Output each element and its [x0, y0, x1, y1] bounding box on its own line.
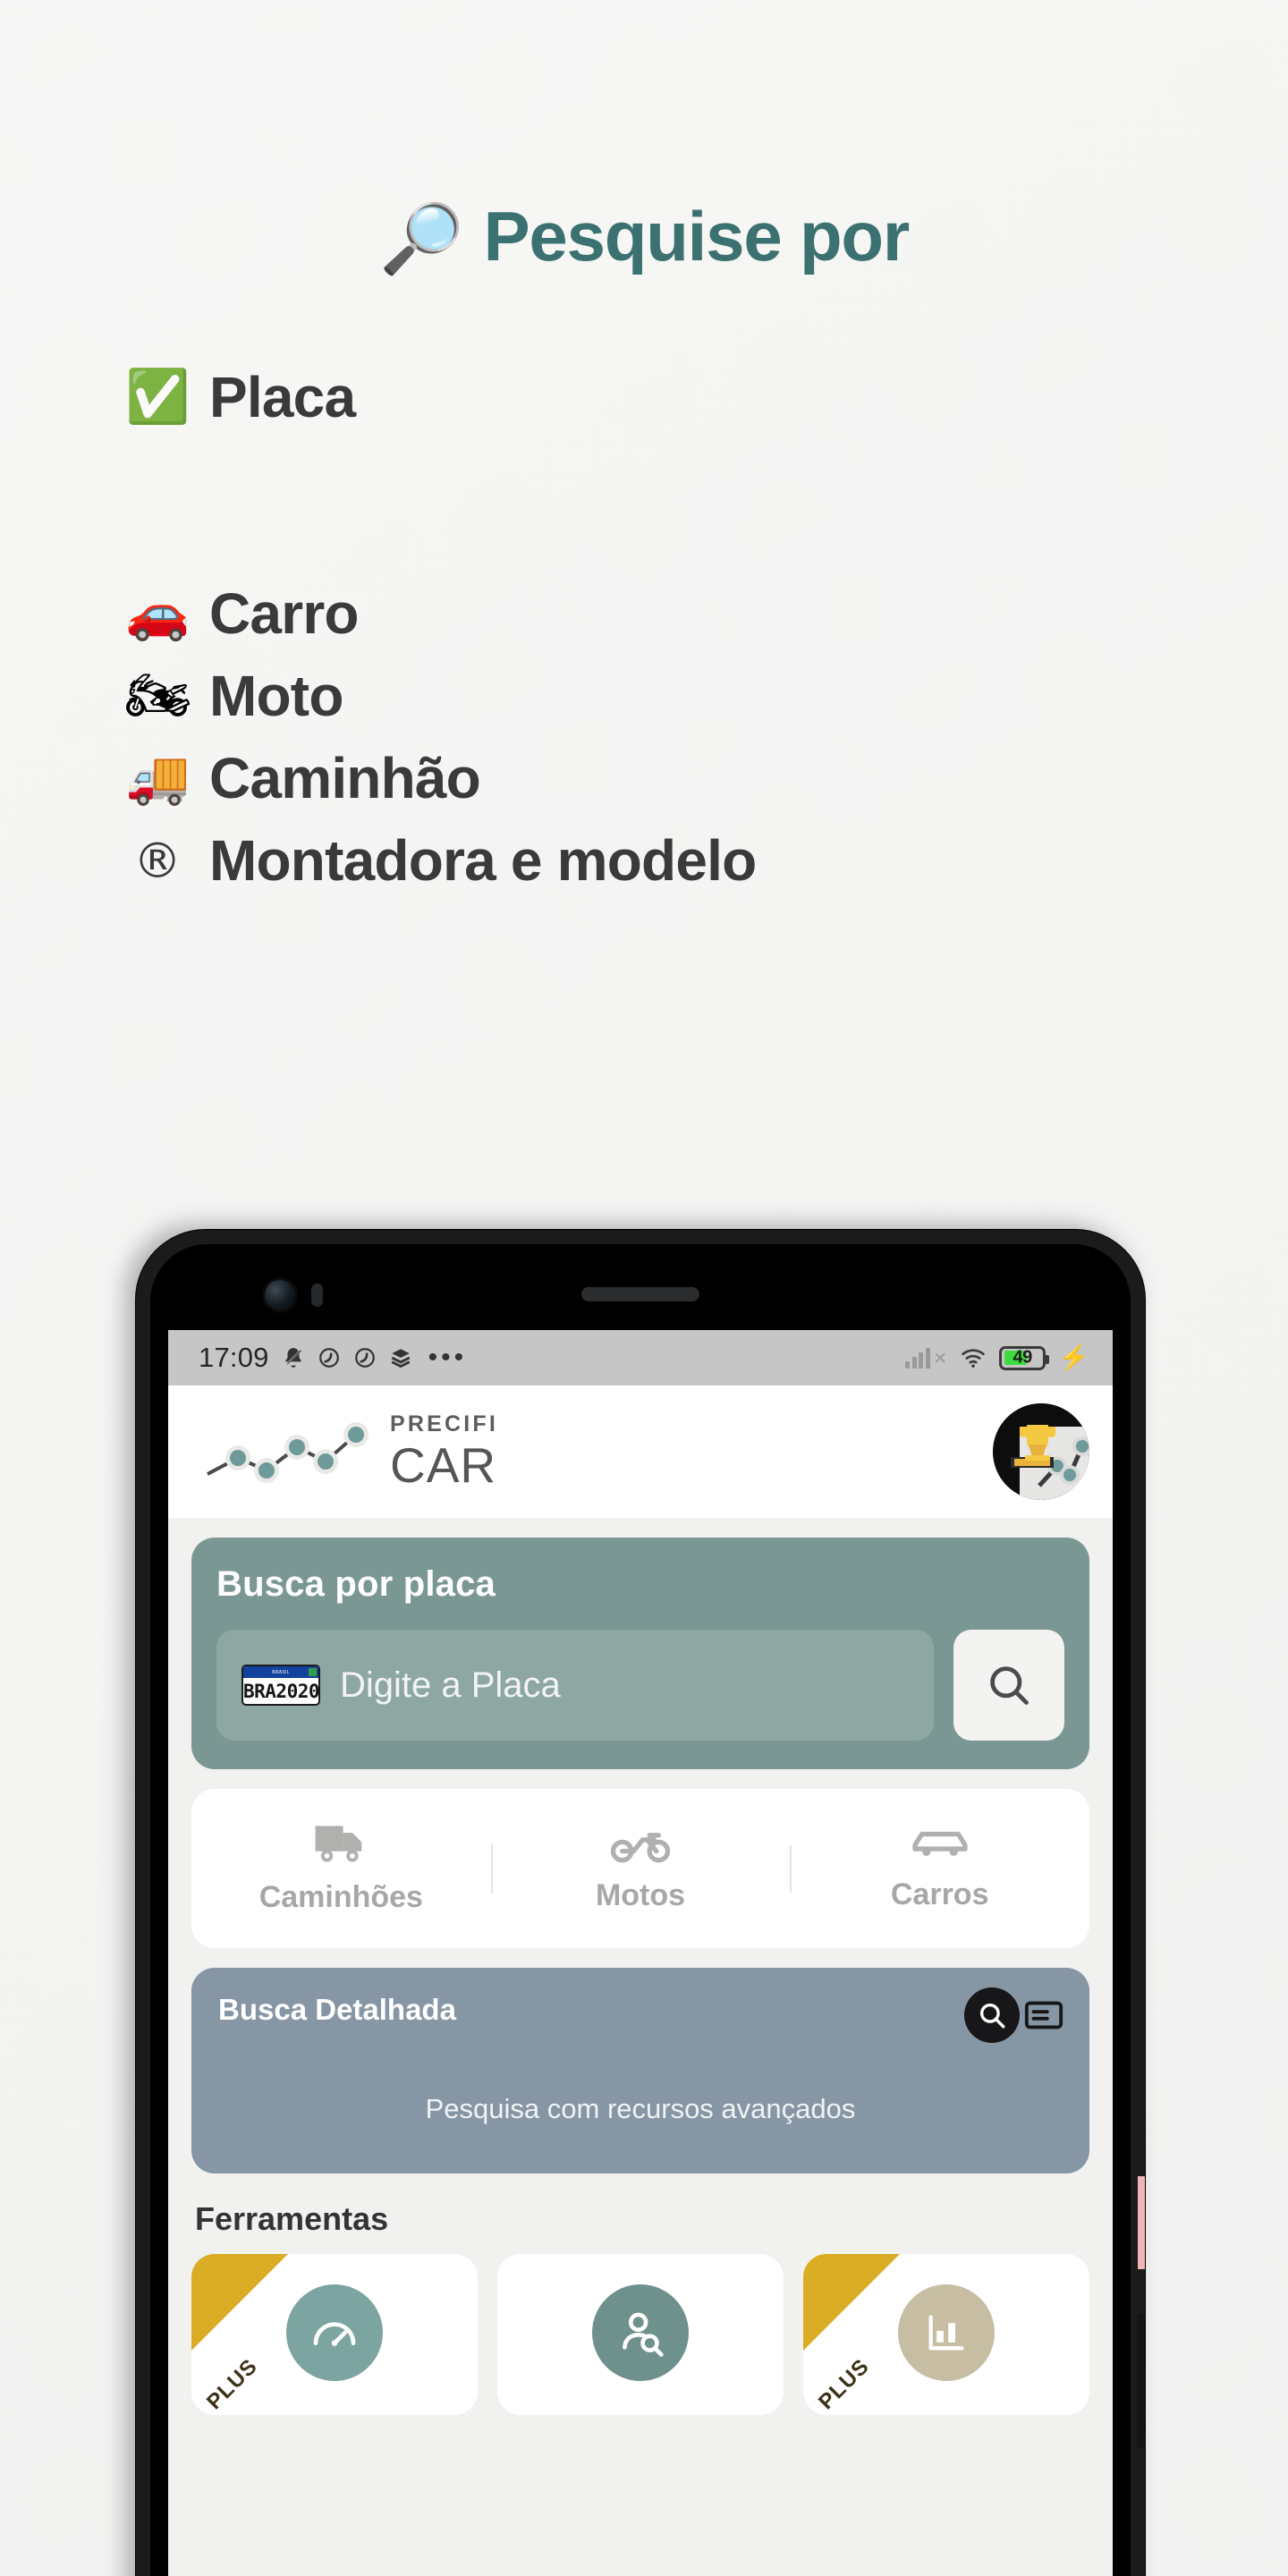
avatar[interactable]	[993, 1403, 1089, 1500]
tool-card-user-search[interactable]	[497, 2254, 784, 2415]
magnifying-glass-icon: 🔎	[378, 201, 464, 277]
phone-screen: 17:09 ••• ✕ 49 ⚡ PRECIFI CAR Busca por p…	[168, 1330, 1113, 2576]
speedometer-icon	[313, 2322, 356, 2346]
tab-carros[interactable]: Carros	[790, 1826, 1089, 1912]
promo-headline: 🔎 Pesquise por	[0, 197, 1288, 277]
tool-card-bar-chart[interactable]: PLUS	[803, 2254, 1089, 2415]
promo-item-carro: 🚗 Carro	[125, 572, 1288, 655]
tools-section-title: Ferramentas	[195, 2200, 389, 2237]
tab-label: Motos	[595, 1877, 686, 1912]
search-circle-icon[interactable]	[964, 1987, 1020, 2043]
phone-top-hardware	[150, 1244, 1131, 1330]
motorcycle-icon: 🏍	[125, 666, 191, 724]
tool-icon-circle	[592, 2284, 689, 2381]
plate-search-card: Busca por placa BRASIL BRA2020 Digite a …	[191, 1538, 1089, 1769]
search-icon	[979, 2003, 1005, 2029]
status-bar: 17:09 ••• ✕ 49 ⚡	[168, 1330, 1113, 1385]
detailed-search-subtitle: Pesquisa com recursos avançados	[425, 2093, 856, 2124]
plate-input-placeholder: Digite a Placa	[340, 1665, 561, 1705]
registered-sign-icon: ®	[133, 832, 182, 889]
plate-input[interactable]: BRASIL BRA2020 Digite a Placa	[216, 1630, 934, 1741]
plus-badge: PLUS	[191, 2254, 288, 2414]
promo-item-placa: ✅ Placa	[125, 356, 1288, 438]
truck-icon	[315, 1825, 362, 1862]
detailed-search-icons	[964, 1987, 1064, 2043]
detailed-search-card[interactable]: Busca Detalhada Pesquisa com recursos av…	[191, 1968, 1089, 2174]
tool-card-speedometer[interactable]: PLUS	[191, 2254, 478, 2415]
promo-headline-text: Pesquise por	[483, 197, 911, 275]
license-plate-icon: BRASIL BRA2020	[242, 1665, 320, 1706]
promo-item-label: Moto	[209, 664, 343, 728]
user-search-icon	[623, 2312, 664, 2357]
front-camera-icon	[265, 1280, 295, 1310]
promo-item-label: Carro	[209, 581, 360, 646]
plus-badge-label: PLUS	[202, 2354, 263, 2415]
promo-item-label: Placa	[209, 365, 356, 429]
phone-bezel: 17:09 ••• ✕ 49 ⚡ PRECIFI CAR Busca por p…	[150, 1244, 1131, 2576]
tab-caminhoes[interactable]: Caminhões	[191, 1823, 491, 1915]
promo-section: 🔎 Pesquise por ✅ Placa 🚗 Carro 🏍 Moto 🚚 …	[0, 0, 1288, 902]
status-time: 17:09	[199, 1342, 269, 1373]
plate-sample-text: BRA2020	[243, 1681, 320, 1702]
promo-item-moto: 🏍 Moto	[125, 655, 1288, 737]
promo-item-label: Montadora e modelo	[209, 828, 757, 893]
more-dots-icon: •••	[428, 1343, 468, 1372]
phone-side-button-top[interactable]	[1138, 2176, 1145, 2269]
list-lines-icon	[1024, 2001, 1063, 2029]
cellular-signal-icon: ✕	[905, 1347, 947, 1368]
brand-top-text: PRECIFI	[390, 1411, 499, 1436]
do-not-disturb-icon	[353, 1346, 377, 1369]
motorcycle-icon	[611, 1832, 670, 1862]
tool-icon-circle	[898, 2284, 995, 2381]
brand-bottom-text: CAR	[390, 1437, 497, 1493]
plate-country-text: BRASIL	[272, 1669, 290, 1675]
red-car-icon: 🚗	[125, 584, 191, 642]
charging-bolt-icon: ⚡	[1058, 1343, 1089, 1371]
phone-mockup: 17:09 ••• ✕ 49 ⚡ PRECIFI CAR Busca por p…	[136, 1230, 1145, 2576]
check-mark-button-icon: ✅	[125, 368, 191, 426]
battery-icon: 49	[999, 1345, 1050, 1370]
bar-chart-icon	[928, 2315, 964, 2351]
tab-motos[interactable]: Motos	[490, 1825, 791, 1913]
plus-badge: PLUS	[803, 2254, 900, 2414]
battery-percent: 49	[1013, 1347, 1033, 1368]
sensor-icon	[311, 1284, 323, 1307]
wifi-icon	[960, 1347, 987, 1368]
tab-label: Carros	[890, 1877, 989, 1911]
tool-icon-circle	[286, 2284, 383, 2381]
vehicle-type-tabs: Caminhões Motos Carros	[191, 1789, 1089, 1948]
detailed-search-title: Busca Detalhada	[218, 1993, 456, 2026]
brand-wordmark: PRECIFI CAR	[390, 1413, 498, 1490]
search-icon	[990, 1666, 1029, 1705]
car-icon	[912, 1831, 968, 1856]
promo-list: ✅ Placa 🚗 Carro 🏍 Moto 🚚 Caminhão ® Mont…	[0, 356, 1288, 902]
layers-icon	[389, 1346, 412, 1369]
plate-search-title: Busca por placa	[216, 1564, 496, 1604]
delivery-truck-icon: 🚚	[125, 749, 191, 807]
promo-item-caminhao: 🚚 Caminhão	[125, 737, 1288, 819]
bell-slash-icon	[282, 1346, 305, 1369]
phone-side-button-bottom[interactable]	[1138, 2314, 1145, 2448]
earpiece-speaker	[581, 1287, 699, 1301]
precificar-logo-icon	[207, 1422, 369, 1483]
do-not-disturb-icon	[318, 1346, 341, 1369]
app-header: PRECIFI CAR	[168, 1385, 1113, 1518]
plus-badge-label: PLUS	[814, 2354, 875, 2415]
promo-item-label: Caminhão	[209, 746, 481, 810]
tab-label: Caminhões	[258, 1879, 423, 1914]
tools-grid: PLUS PLUS	[191, 2254, 1089, 2415]
plate-search-button[interactable]	[953, 1630, 1064, 1741]
promo-item-montadora: ® Montadora e modelo	[125, 819, 1288, 902]
